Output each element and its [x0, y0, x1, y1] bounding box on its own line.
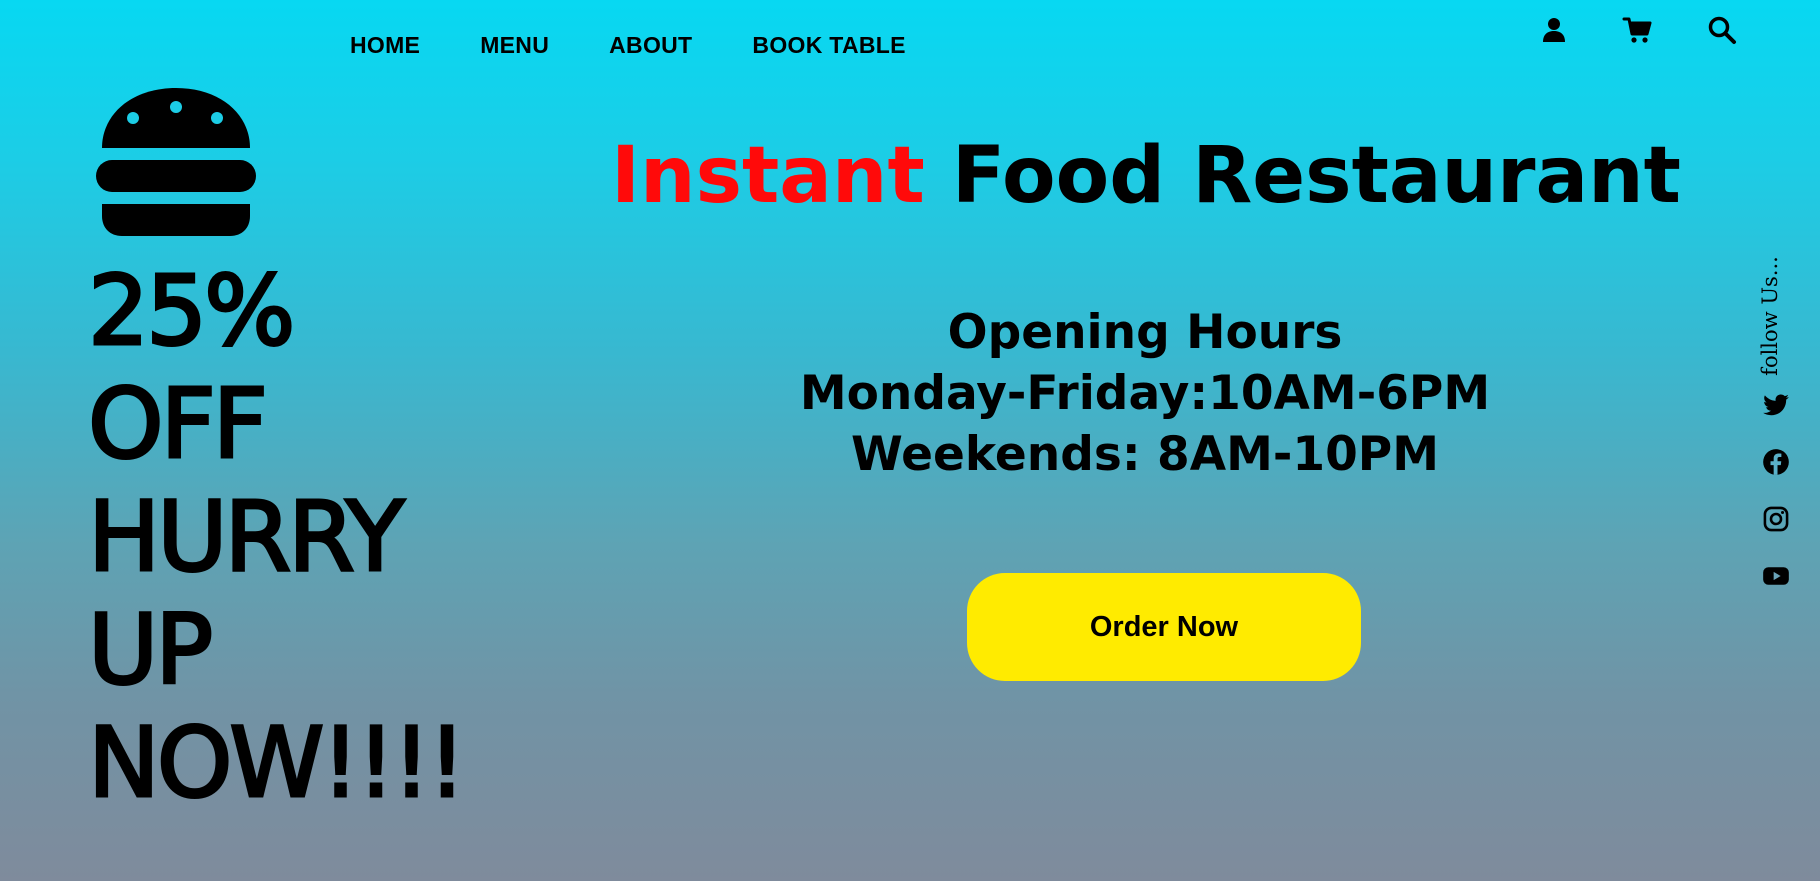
promo-line: UP	[86, 593, 214, 708]
nav-book-table-link[interactable]: BOOK TABLE	[752, 32, 905, 59]
promo-line: 25%	[86, 254, 296, 369]
follow-us-label: follow Us...	[1750, 256, 1790, 376]
instagram-icon[interactable]	[1762, 505, 1790, 533]
promo-line: NOW!!!!	[86, 706, 467, 821]
user-icon[interactable]	[1538, 14, 1570, 46]
title-accent: Instant	[611, 131, 925, 221]
opening-hours-heading: Opening Hours	[947, 305, 1343, 360]
main-nav: HOME MENU ABOUT BOOK TABLE	[350, 32, 906, 59]
promo-text: 25% OFF HURRY UP NOW!!!!	[86, 254, 467, 821]
opening-hours: Opening Hours Monday-Friday:10AM-6PM Wee…	[700, 302, 1590, 485]
title-rest: Food Restaurant	[951, 131, 1681, 221]
nav-menu-link[interactable]: MENU	[480, 32, 549, 59]
cart-icon[interactable]	[1621, 14, 1653, 46]
promo-line: OFF	[86, 367, 269, 482]
youtube-icon[interactable]	[1762, 562, 1790, 590]
opening-hours-weekdays: Monday-Friday:10AM-6PM	[799, 366, 1491, 421]
nav-about-link[interactable]: ABOUT	[609, 32, 692, 59]
follow-us-text: follow Us...	[1758, 256, 1782, 376]
promo-line: HURRY	[86, 480, 405, 595]
page-title: Instant Food Restaurant	[540, 126, 1752, 226]
facebook-icon[interactable]	[1762, 448, 1790, 476]
nav-home-link[interactable]: HOME	[350, 32, 420, 59]
order-now-button[interactable]: Order Now	[967, 573, 1361, 681]
burger-icon	[96, 86, 256, 236]
twitter-icon[interactable]	[1762, 391, 1790, 419]
header-icons	[1500, 14, 1820, 48]
search-icon[interactable]	[1706, 14, 1738, 46]
opening-hours-weekends: Weekends: 8AM-10PM	[850, 427, 1439, 482]
